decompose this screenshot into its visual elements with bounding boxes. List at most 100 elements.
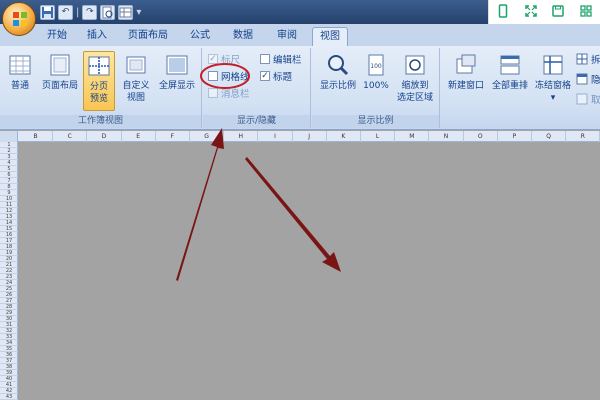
ribbon-tabs: 开始 插入 页面布局 公式 数据 审阅 视图 <box>0 24 600 46</box>
unhide-icon <box>576 93 588 105</box>
unhide-label: 取 <box>591 95 600 106</box>
group-workbook-views: 普通 页面布局 分页 预览 自定义 视图 全屏显示 工作簿视图 <box>0 48 202 128</box>
column-header[interactable]: B <box>19 131 54 142</box>
headings-check-box[interactable]: ✓ <box>260 71 270 81</box>
formula-bar-checkbox[interactable]: 编辑栏 <box>260 52 302 66</box>
window-controls <box>488 0 600 24</box>
gridlines-checkbox[interactable]: 网格线 <box>208 69 250 83</box>
column-header[interactable]: Q <box>532 131 567 142</box>
split-label: 拆 <box>591 55 600 66</box>
hide-button[interactable]: 隐 <box>576 72 600 86</box>
zoom-group-label: 显示比例 <box>312 115 439 128</box>
headings-checkbox[interactable]: ✓ 标题 <box>260 69 292 83</box>
save-disk-icon[interactable] <box>551 4 565 21</box>
column-header[interactable]: H <box>224 131 259 142</box>
column-header[interactable]: N <box>429 131 464 142</box>
gridlines-label: 网格线 <box>221 72 250 83</box>
qat-separator: | <box>76 6 80 18</box>
column-header[interactable]: O <box>464 131 498 142</box>
phone-icon[interactable] <box>496 3 510 21</box>
custom-views-line1: 自定义 <box>122 81 150 91</box>
new-window-button[interactable]: 新建窗口 <box>444 51 488 111</box>
page-break-line2: 预览 <box>89 94 108 104</box>
group-zoom: 显示比例 100 100% 缩放到 选定区域 显示比例 <box>312 48 440 128</box>
zoom-button[interactable]: 显示比例 <box>316 51 360 111</box>
column-header[interactable]: L <box>361 131 396 142</box>
save-icon[interactable] <box>40 4 55 20</box>
office-button[interactable] <box>2 2 36 36</box>
ruler-label: 标尺 <box>221 55 241 66</box>
normal-view-icon <box>9 55 31 75</box>
column-header[interactable]: I <box>258 131 293 142</box>
quick-access-toolbar: ↶ | ↷ ▾ <box>40 4 141 20</box>
page-break-icon <box>88 56 110 76</box>
tab-data[interactable]: 数据 <box>224 27 262 46</box>
freeze-panes-dropdown[interactable]: ▾ <box>532 92 574 104</box>
message-bar-checkbox: 消息栏 <box>208 86 250 100</box>
column-header[interactable]: R <box>566 131 600 142</box>
zoom-100-button[interactable]: 100 100% <box>362 51 390 111</box>
hide-icon <box>576 73 588 85</box>
column-header[interactable]: E <box>122 131 156 142</box>
zoom-100-icon: 100 <box>368 54 384 76</box>
tab-home[interactable]: 开始 <box>40 27 74 46</box>
worksheet-grid[interactable] <box>19 142 600 400</box>
freeze-panes-button[interactable]: 冻结窗格 ▾ <box>532 51 574 111</box>
show-hide-group-label: 显示/隐藏 <box>203 115 310 128</box>
tab-insert[interactable]: 插入 <box>80 27 114 46</box>
custom-views-icon <box>126 56 146 74</box>
normal-view-button[interactable]: 普通 <box>2 51 38 111</box>
row-headers: 1 2 3 4 5 6 7 8 9 10 11 12 13 14 15 16 17 18 19 20 21 22 23 24 2… <box>0 142 18 400</box>
ribbon: 普通 页面布局 分页 预览 自定义 视图 全屏显示 工作簿视图 ✓ 标尺 网格线… <box>0 46 600 130</box>
column-header[interactable]: P <box>498 131 532 142</box>
unhide-button: 取 <box>576 92 600 106</box>
freeze-panes-icon <box>543 55 563 75</box>
select-all-corner[interactable] <box>0 131 18 142</box>
tab-page-layout[interactable]: 页面布局 <box>120 27 176 46</box>
qat-more[interactable]: ▾ <box>136 7 141 18</box>
table-icon[interactable] <box>118 4 134 20</box>
column-header[interactable]: K <box>327 131 361 142</box>
zoom-to-selection-button[interactable]: 缩放到 选定区域 <box>392 51 438 111</box>
svg-text:100: 100 <box>370 63 382 70</box>
freeze-panes-label: 冻结窗格 <box>534 81 571 91</box>
page-layout-icon <box>50 54 70 76</box>
group-window: 新建窗口 全部重排 冻结窗格 ▾ 拆 隐 取 <box>442 48 600 128</box>
headings-label: 标题 <box>273 72 293 83</box>
row-header[interactable]: 43 <box>0 394 18 400</box>
tab-view[interactable]: 视图 <box>312 27 348 46</box>
office-logo-icon <box>13 12 27 26</box>
page-layout-view-label: 页面布局 <box>41 81 78 91</box>
column-header[interactable]: C <box>53 131 88 142</box>
undo-label: ↶ <box>61 6 70 17</box>
custom-views-line2: 视图 <box>126 93 145 103</box>
print-preview-icon[interactable] <box>100 4 116 20</box>
ruler-check-box: ✓ <box>208 54 218 64</box>
gridlines-check-box[interactable] <box>208 71 218 81</box>
column-header[interactable]: M <box>395 131 430 142</box>
split-button[interactable]: 拆 <box>576 52 600 66</box>
custom-views-button[interactable]: 自定义 视图 <box>118 51 154 111</box>
column-header[interactable]: D <box>87 131 122 142</box>
undo-icon[interactable]: ↶ <box>58 4 73 20</box>
grid-icon[interactable] <box>579 4 593 21</box>
normal-view-label: 普通 <box>10 81 29 91</box>
column-header[interactable]: J <box>293 131 327 142</box>
full-screen-label: 全屏显示 <box>158 81 195 91</box>
zoom-selection-line1: 缩放到 <box>401 81 429 91</box>
page-layout-view-button[interactable]: 页面布局 <box>38 51 82 111</box>
page-break-preview-button[interactable]: 分页 预览 <box>83 51 115 111</box>
expand-icon[interactable] <box>524 4 538 21</box>
redo-icon[interactable]: ↷ <box>82 4 98 20</box>
zoom-100-label: 100% <box>363 81 389 91</box>
arrange-all-button[interactable]: 全部重排 <box>488 51 532 111</box>
column-header[interactable]: G <box>190 131 225 142</box>
new-window-icon <box>456 54 476 74</box>
message-bar-check-box <box>208 88 218 98</box>
column-header[interactable]: F <box>156 131 190 142</box>
tab-formulas[interactable]: 公式 <box>183 27 217 46</box>
formula-bar-check-box[interactable] <box>260 54 270 64</box>
hide-label: 隐 <box>591 75 600 86</box>
full-screen-button[interactable]: 全屏显示 <box>154 51 200 111</box>
tab-review[interactable]: 审阅 <box>268 27 306 46</box>
